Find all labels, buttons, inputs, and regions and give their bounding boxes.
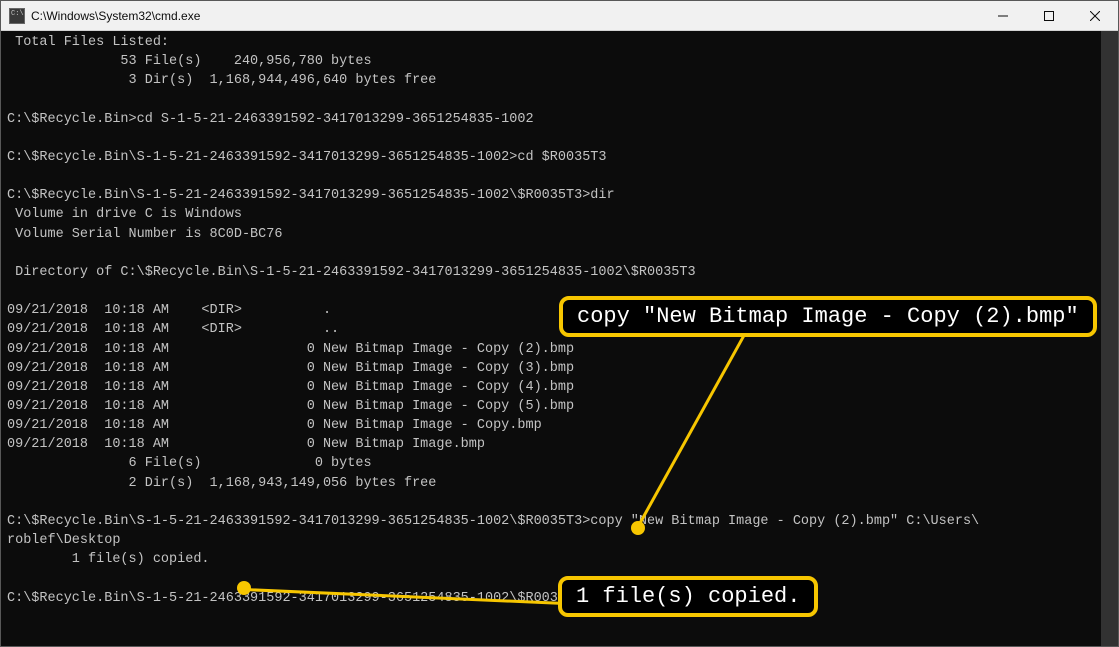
terminal-line: 09/21/2018 10:18 AM 0 New Bitmap Image.b… bbox=[7, 437, 485, 452]
terminal-line: 09/21/2018 10:18 AM 0 New Bitmap Image -… bbox=[7, 361, 574, 376]
terminal-line: C:\$Recycle.Bin>cd S-1-5-21-2463391592-3… bbox=[7, 112, 534, 127]
callout-dot bbox=[237, 581, 251, 595]
scrollbar[interactable] bbox=[1101, 31, 1118, 646]
terminal-line: Directory of C:\$Recycle.Bin\S-1-5-21-24… bbox=[7, 265, 696, 280]
terminal-line: 09/21/2018 10:18 AM <DIR> . bbox=[7, 303, 331, 318]
terminal-line: 09/21/2018 10:18 AM 0 New Bitmap Image -… bbox=[7, 380, 574, 395]
callout-dot bbox=[631, 521, 645, 535]
callout-copied-message: 1 file(s) copied. bbox=[558, 576, 818, 617]
cmd-icon bbox=[9, 8, 25, 24]
maximize-button[interactable] bbox=[1026, 1, 1072, 31]
terminal-output[interactable]: Total Files Listed: 53 File(s) 240,956,7… bbox=[1, 31, 1118, 646]
terminal-line: 3 Dir(s) 1,168,944,496,640 bytes free bbox=[7, 73, 436, 88]
close-button[interactable] bbox=[1072, 1, 1118, 31]
terminal-line: roblef\Desktop bbox=[7, 533, 120, 548]
terminal-line: Volume Serial Number is 8C0D-BC76 bbox=[7, 227, 282, 242]
terminal-line: Volume in drive C is Windows bbox=[7, 207, 242, 222]
terminal-line: 09/21/2018 10:18 AM 0 New Bitmap Image -… bbox=[7, 342, 574, 357]
terminal-line: C:\$Recycle.Bin\S-1-5-21-2463391592-3417… bbox=[7, 150, 607, 165]
callout-copy-command: copy "New Bitmap Image - Copy (2).bmp" bbox=[559, 296, 1097, 337]
terminal-line: C:\$Recycle.Bin\S-1-5-21-2463391592-3417… bbox=[7, 188, 615, 203]
terminal-line: 1 file(s) copied. bbox=[7, 552, 210, 567]
window-title: C:\Windows\System32\cmd.exe bbox=[31, 9, 980, 23]
terminal-line: 6 File(s) 0 bytes bbox=[7, 456, 372, 471]
terminal-line: 09/21/2018 10:18 AM 0 New Bitmap Image -… bbox=[7, 418, 542, 433]
terminal-line: Total Files Listed: bbox=[7, 35, 169, 50]
window-controls bbox=[980, 1, 1118, 31]
terminal-line: 53 File(s) 240,956,780 bytes bbox=[7, 54, 372, 69]
terminal-line: 09/21/2018 10:18 AM <DIR> .. bbox=[7, 322, 339, 337]
terminal-line: 2 Dir(s) 1,168,943,149,056 bytes free bbox=[7, 476, 436, 491]
terminal-line: C:\$Recycle.Bin\S-1-5-21-2463391592-3417… bbox=[7, 514, 979, 529]
titlebar[interactable]: C:\Windows\System32\cmd.exe bbox=[1, 1, 1118, 31]
minimize-button[interactable] bbox=[980, 1, 1026, 31]
terminal-line: 09/21/2018 10:18 AM 0 New Bitmap Image -… bbox=[7, 399, 574, 414]
